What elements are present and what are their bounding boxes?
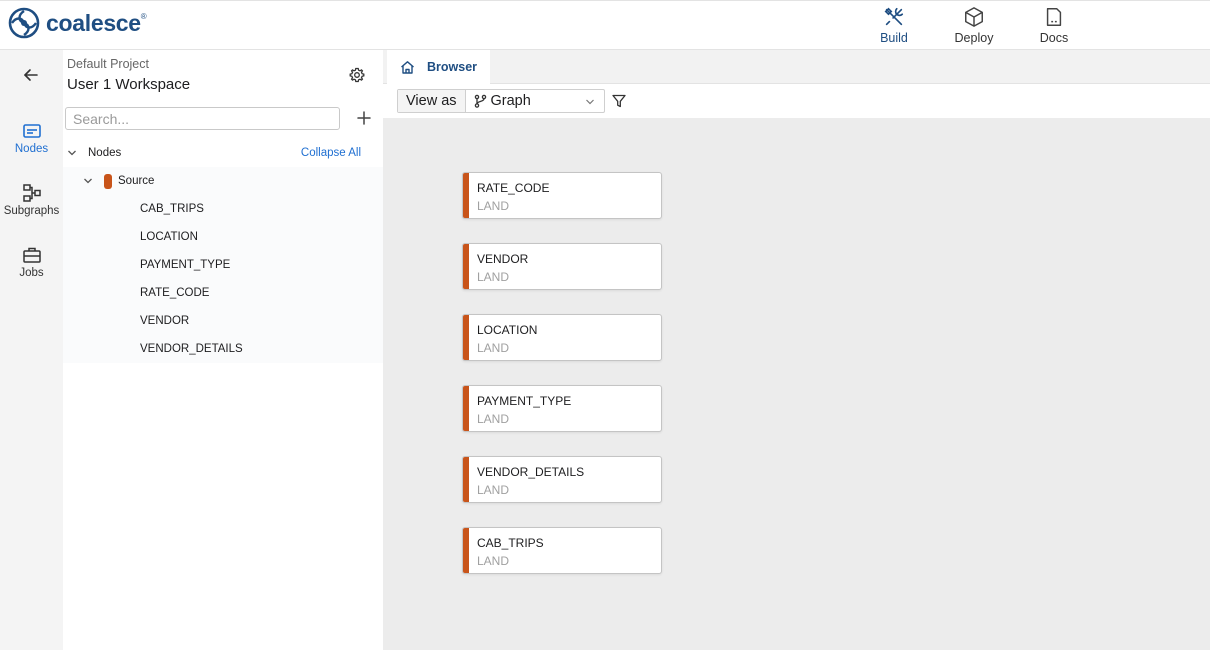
home-icon: [401, 60, 414, 74]
node-name: CAB_TRIPS: [477, 536, 544, 550]
chevron-down-icon[interactable]: [67, 148, 77, 158]
build-tools-icon: [884, 7, 904, 26]
node-type: LAND: [477, 199, 510, 213]
node-color-bar: [463, 528, 469, 573]
nav-deploy[interactable]: Deploy: [934, 1, 1014, 50]
coalesce-logo-icon: [8, 7, 40, 39]
tree-item-label: LOCATION: [140, 231, 198, 243]
search-input[interactable]: [65, 107, 340, 130]
branch-icon: [474, 94, 486, 108]
tree-item-label: VENDOR_DETAILS: [140, 343, 243, 355]
graph-canvas[interactable]: RATE_CODE LAND VENDOR LAND LOCATION LAND…: [383, 118, 1210, 650]
tree-group-source[interactable]: Source: [63, 167, 383, 195]
node-color-bar: [463, 457, 469, 502]
top-bar: coalesce® Build Deploy Docs: [0, 0, 1210, 50]
node-type: LAND: [477, 554, 510, 568]
jobs-briefcase-icon: [22, 247, 41, 263]
source-color-chip: [104, 173, 112, 189]
graph-node[interactable]: LOCATION LAND: [462, 314, 662, 361]
tree-item[interactable]: VENDOR: [63, 307, 383, 335]
node-type: LAND: [477, 412, 510, 426]
node-name: VENDOR: [477, 252, 529, 266]
docs-icon: [1046, 8, 1062, 26]
tree-item[interactable]: RATE_CODE: [63, 279, 383, 307]
view-as-label: View as: [398, 90, 466, 112]
nav-docs-label: Docs: [1039, 31, 1069, 45]
graph-node[interactable]: VENDOR_DETAILS LAND: [462, 456, 662, 503]
tree-item[interactable]: VENDOR_DETAILS: [63, 335, 383, 363]
chevron-down-icon[interactable]: [83, 176, 93, 186]
nav-build[interactable]: Build: [854, 1, 934, 50]
view-mode-select[interactable]: Graph: [466, 90, 604, 112]
node-browser-panel: Default Project User 1 Workspace Nodes C…: [63, 50, 383, 650]
chevron-down-icon: [585, 99, 594, 105]
nodes-icon: [22, 124, 41, 138]
nav-docs[interactable]: Docs: [1014, 1, 1094, 50]
tree-item-label: VENDOR: [140, 315, 190, 327]
tree-item-label: CAB_TRIPS: [140, 203, 204, 215]
tree-item[interactable]: LOCATION: [63, 223, 383, 251]
deploy-box-icon: [965, 7, 983, 27]
node-name: RATE_CODE: [477, 181, 550, 195]
graph-node[interactable]: RATE_CODE LAND: [462, 172, 662, 219]
view-mode-value: Graph: [490, 93, 531, 109]
rail-jobs[interactable]: Jobs: [0, 246, 63, 279]
brand-logo[interactable]: coalesce®: [8, 7, 147, 39]
subgraphs-icon: [22, 184, 41, 202]
node-name: VENDOR_DETAILS: [477, 465, 585, 479]
graph-node[interactable]: VENDOR LAND: [462, 243, 662, 290]
tab-browser[interactable]: Browser: [387, 50, 490, 84]
back-arrow-icon[interactable]: [22, 66, 40, 84]
view-as-control: View as Graph: [397, 89, 605, 113]
tab-bar: Browser: [383, 50, 1210, 84]
node-name: LOCATION: [477, 323, 538, 337]
brand-name: coalesce®: [46, 9, 147, 36]
tree-group-label: Source: [118, 175, 155, 187]
gear-icon[interactable]: [349, 67, 365, 83]
node-type: LAND: [477, 341, 510, 355]
nav-build-label: Build: [880, 31, 908, 45]
tree-item-label: RATE_CODE: [140, 287, 210, 299]
node-color-bar: [463, 386, 469, 431]
tree-item[interactable]: PAYMENT_TYPE: [63, 251, 383, 279]
project-name: Default Project: [67, 57, 149, 71]
node-type: LAND: [477, 483, 510, 497]
icon-rail: Nodes Subgraphs Jobs: [0, 50, 63, 650]
graph-node[interactable]: CAB_TRIPS LAND: [462, 527, 662, 574]
add-node-icon[interactable]: [355, 109, 373, 127]
rail-nodes[interactable]: Nodes: [0, 122, 63, 155]
workspace-name: User 1 Workspace: [67, 76, 191, 93]
node-color-bar: [463, 244, 469, 289]
tree-item[interactable]: CAB_TRIPS: [63, 195, 383, 223]
filter-icon[interactable]: [612, 94, 626, 108]
graph-toolbar: View as Graph: [383, 84, 1210, 118]
node-type: LAND: [477, 270, 510, 284]
rail-jobs-label: Jobs: [19, 267, 44, 279]
tree-item-label: PAYMENT_TYPE: [140, 259, 231, 271]
graph-node[interactable]: PAYMENT_TYPE LAND: [462, 385, 662, 432]
node-name: PAYMENT_TYPE: [477, 394, 572, 408]
tree-root-nodes[interactable]: Nodes Collapse All: [63, 139, 383, 167]
node-color-bar: [463, 315, 469, 360]
rail-nodes-label: Nodes: [14, 143, 49, 155]
node-color-bar: [463, 173, 469, 218]
rail-subgraphs-label: Subgraphs: [3, 205, 60, 217]
tab-browser-label: Browser: [427, 60, 478, 74]
tree-root-label: Nodes: [88, 147, 122, 159]
collapse-all-link[interactable]: Collapse All: [301, 147, 361, 159]
rail-subgraphs[interactable]: Subgraphs: [0, 184, 63, 217]
nav-deploy-label: Deploy: [954, 31, 994, 45]
